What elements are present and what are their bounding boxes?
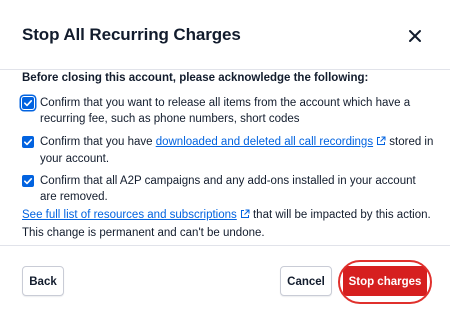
- resources-after-text: that will be impacted by this action.: [249, 209, 431, 221]
- checkmark-icon: [24, 100, 33, 107]
- checkbox-release-items[interactable]: [22, 97, 34, 109]
- dialog-title: Stop All Recurring Charges: [22, 25, 241, 44]
- acknowledge-heading: Before closing this account, please ackn…: [22, 72, 369, 84]
- call-recordings-link[interactable]: downloaded and deleted all call recordin…: [156, 136, 373, 148]
- dialog-header: Stop All Recurring Charges: [0, 0, 450, 70]
- resources-line: See full list of resources and subscript…: [22, 207, 442, 224]
- checkmark-icon: [24, 139, 33, 146]
- external-link-icon[interactable]: [240, 208, 250, 224]
- acknowledge-item-label: Confirm that you want to release all ite…: [40, 97, 411, 125]
- external-link-icon[interactable]: [376, 135, 386, 151]
- checkmark-icon: [24, 178, 33, 185]
- close-icon[interactable]: [403, 24, 427, 48]
- acknowledge-item-label: Confirm that you have downloaded and del…: [40, 134, 435, 167]
- cancel-button[interactable]: Cancel: [280, 266, 332, 296]
- stop-charges-button[interactable]: Stop charges: [343, 266, 427, 296]
- permanent-note: This change is permanent and can't be un…: [22, 227, 265, 239]
- item-text-before: Confirm that you have: [40, 136, 156, 148]
- checkbox-call-recordings[interactable]: [22, 136, 34, 148]
- back-button[interactable]: Back: [22, 266, 64, 296]
- resources-link[interactable]: See full list of resources and subscript…: [22, 209, 237, 221]
- checkbox-a2p-campaigns[interactable]: [22, 175, 34, 187]
- stop-recurring-charges-dialog: Stop All Recurring Charges Before closin…: [0, 0, 450, 315]
- acknowledge-item-label: Confirm that all A2P campaigns and any a…: [40, 175, 416, 203]
